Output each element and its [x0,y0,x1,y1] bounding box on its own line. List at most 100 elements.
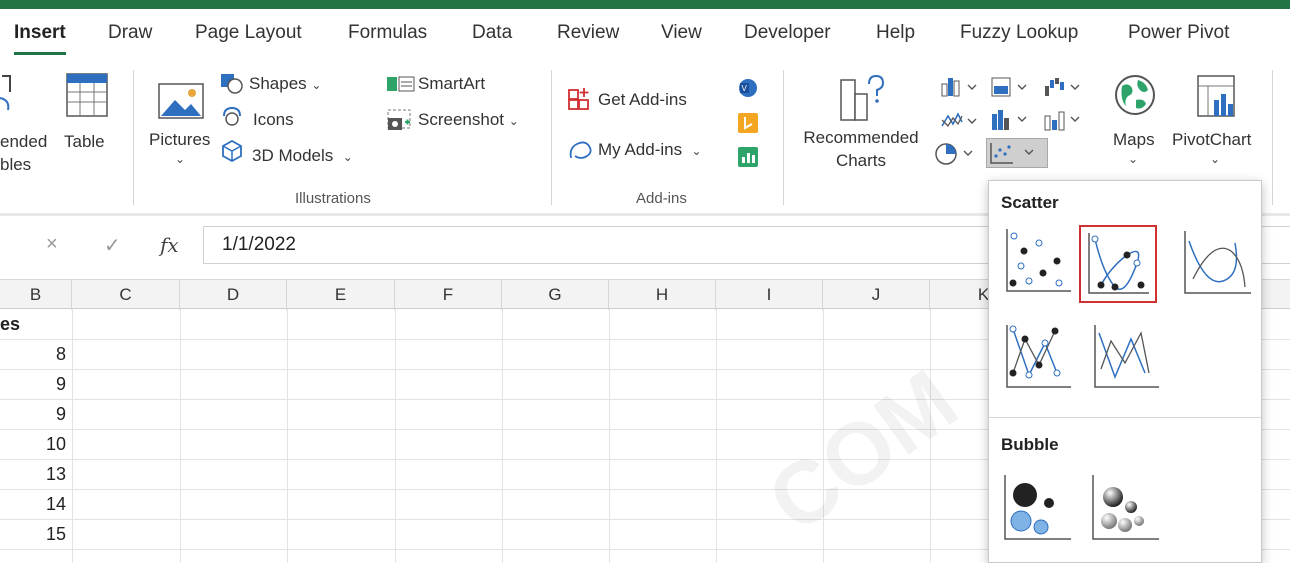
shapes-icon [221,74,243,94]
tab-draw[interactable]: Draw [108,22,152,44]
cell-b-value[interactable]: 8 [0,344,66,365]
formula-value[interactable]: 1/1/2022 [222,234,296,256]
hierarchy-chart-icon[interactable] [990,76,1030,98]
scatter-smooth-markers-option[interactable] [1079,225,1157,303]
ribbon-tabs: Insert Draw Page Layout Formulas Data Re… [0,22,1290,55]
column-header-b[interactable]: B [0,280,72,310]
table-icon[interactable] [65,72,109,118]
get-addins-button[interactable]: Get Add-ins [598,90,687,110]
scatter-smooth-option[interactable] [1179,221,1257,299]
tab-view[interactable]: View [661,22,702,44]
insert-function-icon[interactable]: fx [160,233,179,257]
icons-button[interactable]: Icons [253,110,294,130]
tab-developer[interactable]: Developer [744,22,831,44]
recommended-pivot-label-2[interactable]: bles [0,155,31,175]
column-header-d[interactable]: D [180,280,287,310]
column-header-h[interactable]: H [609,280,716,310]
cell-b-value[interactable]: 9 [0,374,66,395]
3d-models-button[interactable]: 3D Models ⌄ [252,146,353,166]
tab-review[interactable]: Review [557,22,619,44]
table-button[interactable]: Table [64,132,105,152]
column-header-g[interactable]: G [502,280,609,310]
scatter-chart-icon [990,143,1034,164]
scatter-chart-button[interactable] [986,138,1048,168]
grid-line [716,309,717,563]
cancel-icon[interactable]: × [46,233,58,256]
screenshot-button[interactable]: Screenshot ⌄ [418,110,519,130]
pictures-icon[interactable] [157,80,205,120]
column-header-e[interactable]: E [287,280,395,310]
tab-formulas[interactable]: Formulas [348,22,427,44]
pivotchart-button[interactable]: PivotChart [1172,130,1251,150]
title-bar-strip [0,0,1290,9]
group-separator [1272,70,1273,205]
bubble-chart-icon [1004,475,1071,540]
scatter-smooth-lines-icon [1184,231,1251,294]
recommended-pivot-icon [0,75,11,111]
my-addins-icon [569,141,592,159]
scatter-straight-option[interactable] [1087,317,1165,395]
shapes-button[interactable]: Shapes ⌄ [249,74,321,94]
dropdown-separator [989,417,1261,418]
bubble-3d-option[interactable] [1087,467,1165,545]
recommended-pivot-label-1[interactable]: ended [0,132,47,152]
cell-b-value[interactable]: 13 [0,464,66,485]
scatter-straight-markers-option[interactable] [999,317,1077,395]
scatter-section-title: Scatter [1001,193,1059,212]
bing-addin-icon[interactable] [737,112,759,134]
maps-button[interactable]: Maps [1113,130,1155,150]
bubble-3d-chart-icon [1092,475,1159,540]
maps-icon[interactable] [1112,72,1158,118]
column-header-i[interactable]: I [716,280,823,310]
visio-addin-icon[interactable]: V [737,77,759,99]
grid-line [502,309,503,563]
group-separator [783,70,784,205]
my-addins-button[interactable]: My Add-ins ⌄ [598,140,702,160]
tab-help[interactable]: Help [876,22,915,44]
cell-b-value[interactable]: 15 [0,524,66,545]
pivotchart-chevron-icon[interactable]: ⌄ [1210,152,1220,166]
waterfall-chart-icon[interactable] [1043,76,1083,98]
column-b-header-cell[interactable]: es [0,314,20,335]
pictures-button[interactable]: Pictures [149,130,210,150]
line-chart-icon[interactable] [940,110,980,132]
people-graph-addin-icon[interactable] [737,146,759,168]
cell-b-value[interactable]: 14 [0,494,66,515]
column-header-j[interactable]: J [823,280,930,310]
tab-page-layout[interactable]: Page Layout [195,22,302,44]
scatter-option[interactable] [999,221,1077,299]
bubble-option[interactable] [999,467,1077,545]
tab-data[interactable]: Data [472,22,512,44]
column-chart-icon[interactable] [940,76,980,98]
watermark: COM [750,350,975,551]
smartart-icon [387,76,415,92]
bubble-section-title: Bubble [1001,435,1059,454]
column-header-f[interactable]: F [395,280,502,310]
combo-chart-icon[interactable] [1043,108,1083,132]
svg-text:V: V [742,84,748,93]
tab-power-pivot[interactable]: Power Pivot [1128,22,1229,44]
screenshot-icon [387,109,411,130]
tab-fuzzy-lookup[interactable]: Fuzzy Lookup [960,22,1078,44]
group-separator [133,70,134,205]
addins-group-label: Add-ins [636,190,687,207]
enter-icon[interactable]: ✓ [104,233,121,258]
recommended-charts-label-2[interactable]: Charts [799,151,923,171]
statistic-chart-icon[interactable] [990,108,1030,132]
pivotchart-icon[interactable] [1194,72,1240,120]
get-addins-icon [568,88,589,110]
tab-insert[interactable]: Insert [14,22,66,55]
column-header-c[interactable]: C [72,280,180,310]
grid-line [930,309,931,563]
recommended-charts-icon[interactable] [835,72,885,122]
cell-b-value[interactable]: 10 [0,434,66,455]
cell-b-value[interactable]: 9 [0,404,66,425]
maps-chevron-icon[interactable]: ⌄ [1128,152,1138,166]
pictures-chevron-icon[interactable]: ⌄ [175,152,185,166]
scatter-markers-icon [1006,229,1071,292]
pie-chart-icon[interactable] [934,142,976,166]
recommended-charts-label-1[interactable]: Recommended [799,128,923,148]
smartart-button[interactable]: SmartArt [418,74,485,94]
scatter-straight-markers-icon [1006,325,1071,388]
grid-line [287,309,288,563]
